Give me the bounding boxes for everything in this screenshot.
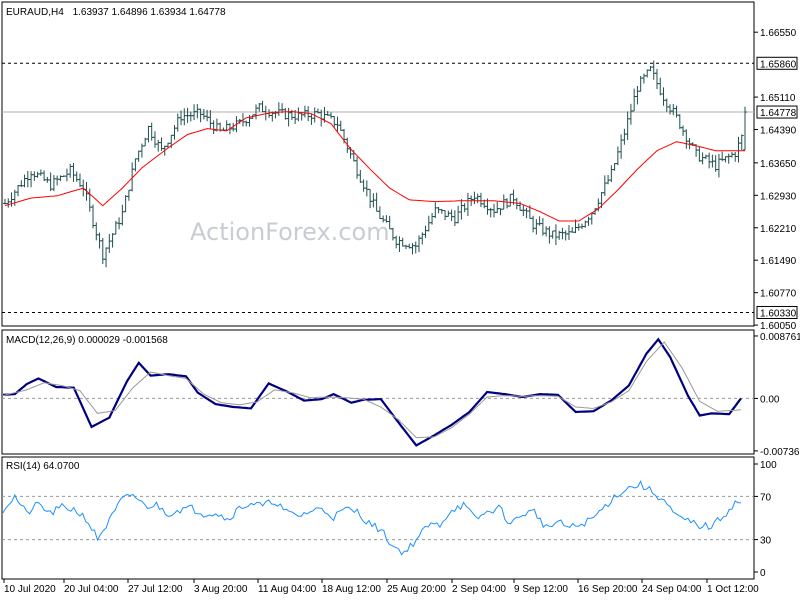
macd-y-tick-label: -0.007367 <box>760 447 800 458</box>
level-tag-label-0: 1.65860 <box>760 59 797 70</box>
price-y-tick-label: 1.65110 <box>760 93 796 104</box>
chart-background <box>0 0 800 600</box>
rsi-y-tick-label: 100 <box>760 460 777 471</box>
price-y-tick-label: 1.66550 <box>760 28 797 39</box>
x-tick-label: 1 Oct 12:00 <box>707 584 759 595</box>
x-tick-label: 3 Aug 20:00 <box>194 584 248 595</box>
level-tag-label-1: 1.60330 <box>760 308 797 319</box>
chart-window: ActionForex.com 1.66550 1.65110 1.64390 1.6… <box>0 0 800 600</box>
ohlc-values: 1.63937 1.64896 1.63934 1.64778 <box>73 7 226 18</box>
macd-title: MACD(12,26,9) 0.000029 -0.001568 <box>6 335 168 346</box>
macd-y-tick-label: 0.008761 <box>760 332 800 343</box>
price-y-tick-label: 1.60770 <box>760 289 797 300</box>
x-tick-label: 11 Aug 04:00 <box>258 584 317 595</box>
price-y-tick-label: 1.60050 <box>760 321 797 332</box>
symbol-timeframe: EURAUD,H4 <box>6 7 64 18</box>
x-tick-label: 25 Aug 20:00 <box>387 584 446 595</box>
x-tick-label: 2 Sep 04:00 <box>452 584 506 595</box>
price-y-tick-label: 1.63650 <box>760 159 797 170</box>
chart-canvas: ActionForex.com 1.66550 1.65110 1.64390 1.6… <box>0 0 800 600</box>
x-tick-label: 10 Jul 2020 <box>4 584 56 595</box>
rsi-y-tick-label: 70 <box>760 492 772 503</box>
macd-y-tick-label: 0.00 <box>760 394 780 405</box>
watermark: ActionForex.com <box>190 218 390 246</box>
x-tick-label: 20 Jul 04:00 <box>64 584 119 595</box>
x-tick-label: 18 Aug 12:00 <box>322 584 381 595</box>
rsi-y-tick-label: 30 <box>760 536 772 547</box>
price-y-tick-label: 1.64390 <box>760 126 797 137</box>
rsi-y-tick-label: 0 <box>760 568 766 579</box>
price-y-tick-label: 1.62930 <box>760 191 797 202</box>
x-tick-label: 27 Jul 12:00 <box>128 584 183 595</box>
x-tick-label: 24 Sep 04:00 <box>642 584 702 595</box>
current-price-tag-label: 1.64778 <box>760 108 797 119</box>
x-tick-label: 16 Sep 20:00 <box>578 584 638 595</box>
symbol-label: EURAUD,H4 1.63937 1.64896 1.63934 1.6477… <box>6 7 226 18</box>
x-tick-label: 9 Sep 12:00 <box>514 584 568 595</box>
rsi-title: RSI(14) 64.0700 <box>6 461 80 472</box>
price-y-tick-label: 1.62210 <box>760 224 797 235</box>
price-y-tick-label: 1.61490 <box>760 256 797 267</box>
